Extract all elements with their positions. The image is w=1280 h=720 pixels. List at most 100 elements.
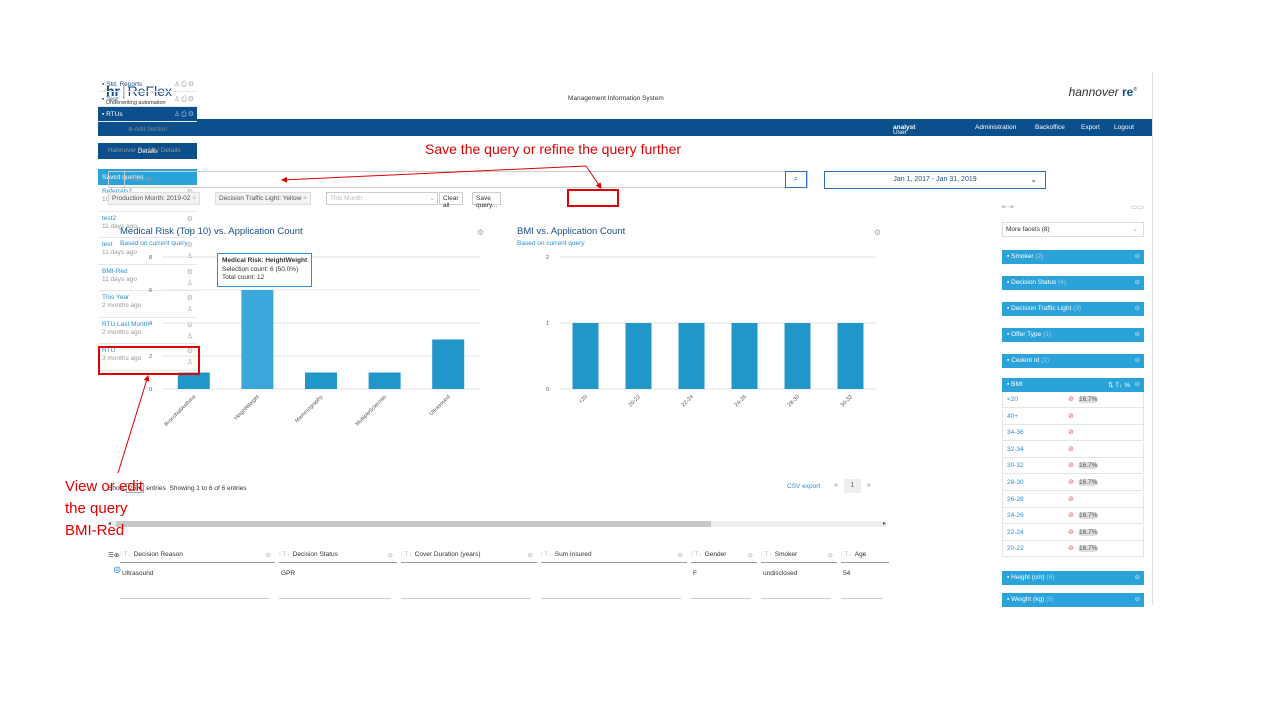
minus-icon[interactable]: ⊖ [1135, 573, 1140, 581]
drag-handle-icon[interactable]: ⁞ T↓ [120, 551, 131, 558]
nav-backoffice[interactable]: Backoffice [1035, 124, 1065, 131]
facet-value-label[interactable]: 30-32 [1007, 462, 1024, 469]
facet-value-row[interactable]: 30-32 ⊘ 16.7% [1002, 458, 1144, 475]
exclude-icon[interactable]: ⊘ [1068, 412, 1074, 420]
minus-icon[interactable]: ⊖ [1135, 304, 1140, 312]
section-tools-icon[interactable]: ♙⎙⚙ [174, 80, 195, 89]
column-header[interactable]: ⁞ T↓ Cover Duration (years) ⊖ [401, 548, 537, 563]
chart-bar[interactable] [432, 339, 465, 390]
facet-value-row[interactable]: 34-36 ⊘ [1002, 425, 1144, 442]
minus-icon[interactable]: ⊖ [748, 551, 753, 559]
minus-icon[interactable]: ⊖ [1135, 595, 1140, 603]
facet-value-label[interactable]: 20-22 [1007, 545, 1024, 552]
column-header[interactable]: ⁞ T↓ Sum Insured ⊖ [541, 548, 687, 563]
facet-header[interactable]: ▪ Weight (kg) (6) ⊖ [1002, 593, 1144, 607]
row-detail-icon[interactable]: ⊜ [113, 565, 121, 576]
exclude-icon[interactable]: ⊘ [1068, 528, 1074, 536]
minus-icon[interactable]: ⊖ [828, 551, 833, 559]
facet-header[interactable]: ▪ Decision Traffic Light (3) ⊖ [1002, 302, 1144, 316]
section-test[interactable]: ▪ Test ♙⎙⚙ [98, 92, 197, 107]
exclude-icon[interactable]: ⊘ [1068, 461, 1074, 469]
nav-export[interactable]: Export [1081, 124, 1100, 131]
facet-tools[interactable]: ⇅ T↓ % [1108, 381, 1130, 389]
drag-handle-icon[interactable]: ⁞ T↓ [761, 551, 772, 558]
chart-bar[interactable] [784, 323, 811, 389]
facet-value-label[interactable]: 24-26 [1007, 512, 1024, 519]
scrollbar-thumb[interactable] [116, 521, 711, 527]
chart-bar[interactable] [837, 323, 864, 389]
exclude-icon[interactable]: ⊘ [1068, 445, 1074, 453]
close-icon[interactable]: × [303, 195, 307, 202]
month-select[interactable]: This Month ⌄ [326, 192, 438, 205]
drag-handle-icon[interactable]: ⁞ T↓ [401, 551, 412, 558]
minus-icon[interactable]: ⊖ [388, 551, 393, 559]
facet-header[interactable]: ▪ Cedent Id (1) ⊖ [1002, 354, 1144, 368]
more-facets-select[interactable]: More facets (8) ⌄ [1002, 222, 1144, 237]
facet-value-row[interactable]: 22-24 ⊘ 16.7% [1002, 524, 1144, 541]
section-rtus[interactable]: ▪ RTUs ♙⎙⚙ [98, 107, 197, 122]
facet-value-label[interactable]: 26-28 [1007, 496, 1024, 503]
collapse-panel-icon[interactable]: ⇤⇥ [1002, 204, 1014, 211]
chart-bar[interactable] [678, 323, 705, 389]
clear-all-button[interactable]: Clear all [439, 192, 463, 209]
section-tools-icon[interactable]: ♙⎙⚙ [174, 95, 195, 104]
exclude-icon[interactable]: ⊘ [1068, 544, 1074, 552]
next-page-button[interactable]: » [867, 482, 871, 489]
date-range-picker[interactable]: Jan 1, 2017 - Jan 31, 2019 ⌄ [824, 171, 1046, 189]
section-std-reports[interactable]: ▪ Std. Reports ♙⎙⚙ [98, 77, 197, 92]
minus-icon[interactable]: ⊖ [266, 551, 271, 559]
facet-header[interactable]: ▪ Smoker (2) ⊖ [1002, 250, 1144, 264]
facet-value-label[interactable]: 22-24 [1007, 529, 1024, 536]
facet-value-label[interactable]: 28-30 [1007, 479, 1024, 486]
minus-icon[interactable]: ⊖ [1135, 330, 1140, 338]
facet-header[interactable]: ▪ Decision Status (4) ⊖ [1002, 276, 1144, 290]
facet-value-row[interactable]: 20-22 ⊘ 16.7% [1002, 541, 1144, 558]
exclude-icon[interactable]: ⊘ [1068, 495, 1074, 503]
exclude-icon[interactable]: ⊘ [1068, 428, 1074, 436]
facet-value-label[interactable]: 40+ [1007, 413, 1018, 420]
chip-decision-traffic-light[interactable]: Decision Traffic Light: Yellow × [215, 192, 312, 205]
chart-bar[interactable] [305, 372, 337, 390]
add-section-button[interactable]: ⊕ Add Section [98, 122, 197, 137]
facet-value-row[interactable]: <20 ⊘ 16.7% [1002, 392, 1144, 408]
chip-production-month[interactable]: Production Month: 2019-02 × [108, 192, 201, 205]
search-help-icon[interactable]: ? [109, 172, 125, 187]
facet-header-bmi[interactable]: ▪ BMI ⇅ T↓ % ⊖ [1002, 378, 1144, 392]
minus-icon[interactable]: ⊖ [1135, 356, 1140, 364]
column-header[interactable]: ⁞ T↓ Decision Status ⊖ [279, 548, 397, 563]
chart-bar[interactable] [731, 323, 758, 389]
minus-icon[interactable]: ⊖ [1135, 380, 1140, 388]
facet-value-row[interactable]: 32-34 ⊘ [1002, 441, 1144, 458]
scroll-right-icon[interactable]: ▸ [883, 520, 886, 527]
drag-handle-icon[interactable]: ⁞ T↓ [279, 551, 290, 558]
nav-administration[interactable]: Administration [975, 124, 1016, 131]
column-header[interactable]: ⁞ T↓ Gender ⊖ [691, 548, 757, 563]
facet-header[interactable]: ▪ Offer Type (1) ⊖ [1002, 328, 1144, 342]
drag-handle-icon[interactable]: ⁞ T↓ [691, 551, 702, 558]
drag-handle-icon[interactable]: ⁞ T↓ [541, 551, 552, 558]
facet-value-label[interactable]: 34-36 [1007, 429, 1024, 436]
prev-page-button[interactable]: « [834, 482, 838, 489]
chart-bar[interactable] [241, 290, 274, 389]
chart-bar[interactable] [572, 323, 599, 389]
facet-value-row[interactable]: 40+ ⊘ [1002, 408, 1144, 425]
facet-value-row[interactable]: 24-26 ⊘ 16.7% [1002, 508, 1144, 525]
search-button[interactable]: ⌕ [785, 171, 807, 188]
section-tools-icon[interactable]: ♙⎙⚙ [174, 110, 195, 119]
layout-icon[interactable]: ▭▭ [1131, 203, 1144, 211]
minus-icon[interactable]: ⊖ [678, 551, 683, 559]
csv-export-link[interactable]: CSV export [787, 483, 820, 490]
minus-icon[interactable]: ⊖ [1135, 278, 1140, 286]
chart-bar[interactable] [625, 323, 652, 389]
column-header[interactable]: ⁞ T↓ Decision Reason ⊖ [120, 548, 275, 563]
column-header[interactable]: ⁞ T↓ Smoker ⊖ [761, 548, 837, 563]
user-profile[interactable]: User Profile: analyst [893, 124, 915, 143]
exclude-icon[interactable]: ⊘ [1068, 478, 1074, 486]
exclude-icon[interactable]: ⊘ [1068, 511, 1074, 519]
exclude-icon[interactable]: ⊘ [1068, 395, 1074, 403]
horizontal-scrollbar[interactable]: ◂ ▸ [108, 521, 886, 527]
search-input[interactable]: ? Search... [108, 171, 808, 188]
close-icon[interactable]: × [192, 195, 196, 202]
minus-icon[interactable]: ⊖ [1135, 252, 1140, 260]
chart-bar[interactable] [368, 372, 401, 390]
